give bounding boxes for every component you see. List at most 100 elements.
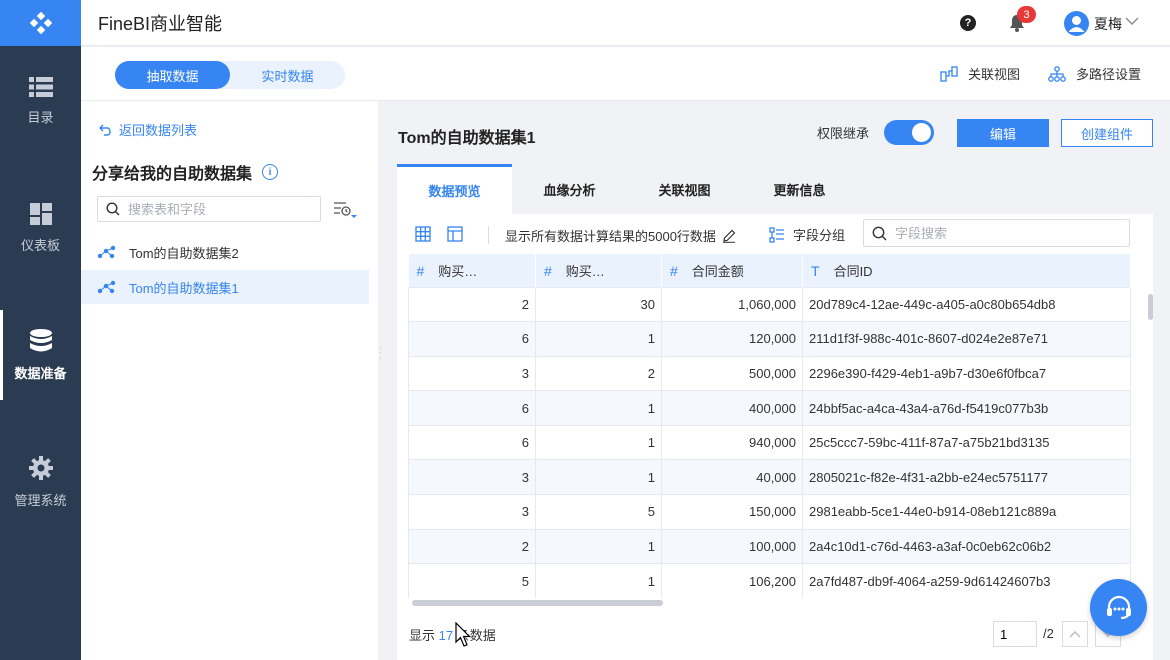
filter-settings-icon[interactable] bbox=[333, 200, 357, 220]
table-cell: 150,000 bbox=[661, 494, 803, 530]
top-header: FineBI商业智能 ? 3 夏梅 bbox=[81, 0, 1170, 46]
customer-service-button[interactable] bbox=[1090, 579, 1147, 636]
toolbar-divider bbox=[488, 226, 489, 244]
tab-extract-data[interactable]: 抽取数据 bbox=[115, 61, 230, 89]
table-row[interactable]: 5 1 106,200 2a7fd487-db9f-4064-a259-9d61424… bbox=[408, 563, 1131, 598]
multipath-settings-link[interactable]: 多路径设置 bbox=[1048, 64, 1141, 83]
table-row[interactable]: 6 1 940,000 25c5ccc7-59bc-411f-87a7-a75b21b… bbox=[408, 424, 1131, 461]
multipath-settings-label: 多路径设置 bbox=[1076, 67, 1142, 82]
table-row[interactable]: 6 1 120,000 211d1f3f-988c-401c-8607-d024e2e… bbox=[408, 321, 1131, 357]
create-component-button[interactable]: 创建组件 bbox=[1061, 119, 1153, 147]
row-limit-setting[interactable]: 显示所有数据计算结果的5000行数据 bbox=[505, 226, 736, 245]
edit-pencil-icon[interactable] bbox=[722, 229, 736, 243]
table-cell: 3 bbox=[408, 355, 536, 392]
grid-view-icon[interactable] bbox=[415, 226, 431, 242]
dataset-label: Tom的自助数据集1 bbox=[129, 280, 239, 296]
database-icon bbox=[29, 328, 52, 351]
edit-button[interactable]: 编辑 bbox=[957, 119, 1049, 147]
preview-card: 数据预览 血缘分析 关联视图 更新信息 显示所有数据计算结果的5000行数据 字… bbox=[397, 164, 1153, 660]
chevron-down-icon[interactable] bbox=[1125, 14, 1139, 28]
dataset-title: Tom的自助数据集1 bbox=[398, 130, 536, 147]
tab-relation-view[interactable]: 关联视图 bbox=[627, 164, 742, 214]
table-cell: 2a7fd487-db9f-4064-a259-9d61424607b3 bbox=[802, 563, 1131, 598]
tab-update-info[interactable]: 更新信息 bbox=[742, 164, 857, 214]
nav-label: 数据准备 bbox=[14, 365, 67, 381]
user-icon bbox=[1068, 16, 1085, 32]
data-mode-switch: 抽取数据 实时数据 bbox=[115, 61, 345, 89]
table-cell: 120,000 bbox=[661, 321, 803, 357]
table-cell: 6 bbox=[408, 390, 536, 426]
column-header[interactable]: # 购买… bbox=[535, 254, 662, 287]
app-title: FineBI商业智能 bbox=[98, 13, 223, 34]
field-group-button[interactable]: 字段分组 bbox=[769, 225, 845, 244]
field-search-input[interactable] bbox=[895, 225, 1115, 241]
info-icon[interactable]: i bbox=[262, 164, 279, 180]
table-cell: 3 bbox=[408, 494, 536, 530]
number-type-icon: # bbox=[416, 262, 425, 279]
nav-label: 目录 bbox=[27, 109, 54, 125]
back-to-list-link[interactable]: 返回数据列表 bbox=[99, 120, 197, 139]
nav-item-admin[interactable]: 管理系统 bbox=[0, 437, 81, 527]
table-row[interactable]: 3 5 150,000 2981eabb-5ce1-44e0-b914-08eb121… bbox=[408, 494, 1131, 530]
table-cell: 2296e390-f429-4eb1-a9b7-d30e6f0fbca7 bbox=[802, 355, 1131, 392]
table-row[interactable]: 2 30 1,060,000 20d789c4-12ae-449c-a405-a0c8… bbox=[408, 286, 1131, 323]
text-type-icon: T bbox=[811, 262, 820, 279]
column-header[interactable]: T 合同ID bbox=[802, 254, 1131, 287]
table-row[interactable]: 2 1 100,000 2a4c10d1-c76d-4463-a3af-0c0eb62… bbox=[408, 528, 1131, 565]
help-icon[interactable]: ? bbox=[960, 15, 976, 31]
avatar[interactable] bbox=[1064, 11, 1089, 36]
search-icon bbox=[106, 202, 120, 216]
mouse-cursor-icon bbox=[455, 622, 471, 647]
vertical-scrollbar[interactable] bbox=[1148, 294, 1153, 320]
column-header[interactable]: # 购买… bbox=[408, 254, 536, 287]
nav-item-data-prep[interactable]: 数据准备 bbox=[0, 310, 81, 400]
table-search-box bbox=[97, 196, 321, 222]
table-cell: 6 bbox=[408, 424, 536, 461]
table-row[interactable]: 3 2 500,000 2296e390-f429-4eb1-a9b7-d30e6f0… bbox=[408, 355, 1131, 392]
field-group-label: 字段分组 bbox=[793, 228, 846, 243]
tab-data-preview[interactable]: 数据预览 bbox=[397, 164, 512, 214]
table-cell: 5 bbox=[408, 563, 536, 598]
table-cell: 2 bbox=[408, 528, 536, 565]
column-label: 购买… bbox=[438, 263, 478, 279]
dataset-list-panel: 返回数据列表 分享给我的自助数据集 i Tom的自助数据集2 Tom的自助数据集 bbox=[81, 101, 378, 660]
permission-inherit-toggle[interactable] bbox=[884, 120, 934, 145]
tab-realtime-data[interactable]: 实时数据 bbox=[230, 61, 345, 89]
dataset-item-selected[interactable]: Tom的自助数据集1 bbox=[81, 270, 369, 304]
prev-page-button[interactable] bbox=[1062, 621, 1088, 647]
relation-view-link[interactable]: 关联视图 bbox=[940, 64, 1020, 83]
table-search-input[interactable] bbox=[128, 201, 308, 217]
left-nav: 目录 仪表板 数据准备 管理系统 bbox=[0, 0, 81, 660]
table-row[interactable]: 3 1 40,000 2805021c-f82e-4f31-a2bb-e24ec575… bbox=[408, 459, 1131, 496]
nav-item-catalog[interactable]: 目录 bbox=[0, 56, 81, 146]
table-cell: 30 bbox=[535, 286, 662, 323]
column-label: 合同金额 bbox=[691, 263, 744, 279]
panel-view-icon[interactable] bbox=[447, 226, 463, 242]
dataset-detail-panel: Tom的自助数据集1 权限继承 编辑 创建组件 数据预览 血缘分析 关联视图 更… bbox=[381, 101, 1170, 660]
dataset-icon bbox=[97, 245, 116, 259]
table-cell: 2805021c-f82e-4f31-a2bb-e24ec5751177 bbox=[802, 459, 1131, 496]
nav-label: 仪表板 bbox=[20, 237, 60, 253]
table-cell: 25c5ccc7-59bc-411f-87a7-a75b21bd3135 bbox=[802, 424, 1131, 461]
table-header-row: # 购买… # 购买… # 合同金额 T 合同ID bbox=[408, 254, 1131, 287]
number-type-icon: # bbox=[670, 262, 678, 279]
column-header[interactable]: # 合同金额 bbox=[661, 254, 803, 287]
table-cell: 1 bbox=[535, 528, 662, 565]
notification-button[interactable]: 3 bbox=[1007, 6, 1036, 33]
tab-lineage[interactable]: 血缘分析 bbox=[512, 164, 627, 214]
table-cell: 211d1f3f-988c-401c-8607-d024e2e87e71 bbox=[802, 321, 1131, 357]
column-label: 合同ID bbox=[833, 263, 873, 279]
user-name[interactable]: 夏梅 bbox=[1094, 14, 1122, 34]
table-row[interactable]: 6 1 400,000 24bbf5ac-a4ca-43a4-a76d-f5419c0… bbox=[408, 390, 1131, 426]
gear-icon bbox=[28, 455, 53, 480]
app-logo[interactable] bbox=[0, 0, 81, 46]
table-cell: 106,200 bbox=[661, 563, 803, 598]
horizontal-scrollbar[interactable] bbox=[412, 600, 663, 606]
page-number-input[interactable] bbox=[993, 621, 1037, 647]
table-cell: 1 bbox=[535, 459, 662, 496]
data-preview-table: # 购买… # 购买… # 合同金额 T 合同ID 2 30 1,060,000 20d789… bbox=[408, 254, 1132, 598]
dataset-item[interactable]: Tom的自助数据集2 bbox=[81, 235, 369, 269]
record-count-value: 17 bbox=[438, 628, 454, 643]
nav-item-dashboard[interactable]: 仪表板 bbox=[0, 183, 81, 273]
table-cell: 1 bbox=[535, 563, 662, 598]
